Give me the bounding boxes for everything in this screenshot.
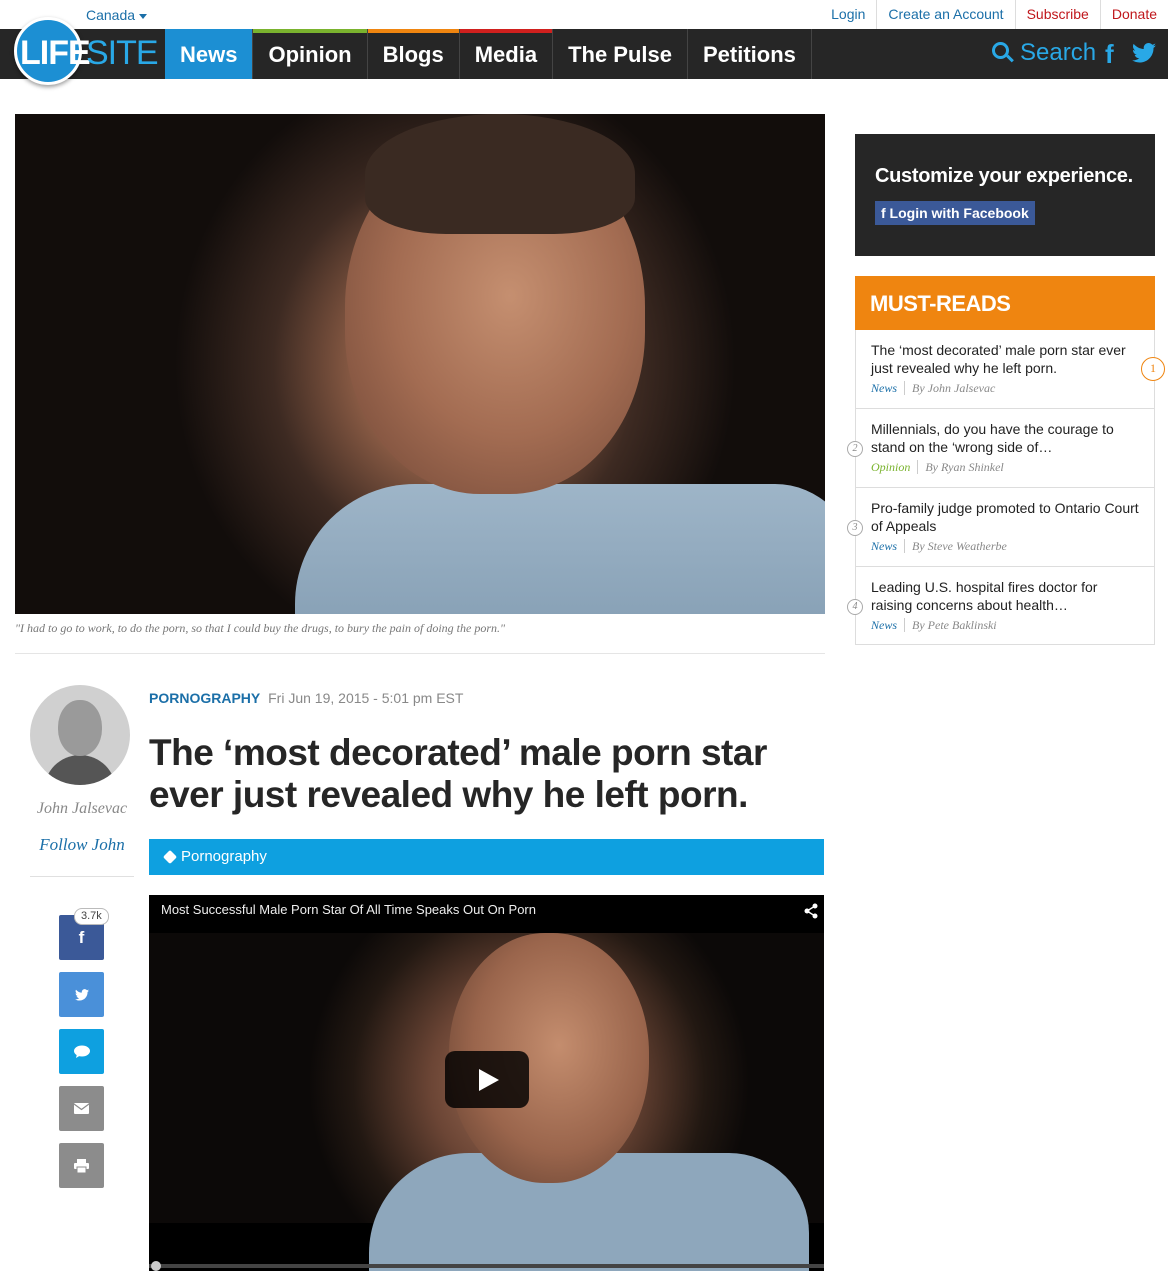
utility-bar: Canada Login Create an Account Subscribe… bbox=[0, 0, 1168, 29]
must-read-meta: News By Pete Baklinski bbox=[871, 618, 997, 633]
list-item[interactable]: Leading U.S. hospital fires doctor for r… bbox=[856, 567, 1154, 646]
list-item[interactable]: Millennials, do you have the courage to … bbox=[856, 409, 1154, 488]
share-count-badge: 3.7k bbox=[74, 908, 109, 925]
progress-handle[interactable] bbox=[151, 1261, 161, 1271]
search-button[interactable]: Search bbox=[992, 39, 1096, 67]
avatar-face bbox=[58, 700, 102, 756]
facebook-login-button[interactable]: f Login with Facebook bbox=[875, 201, 1035, 225]
region-selector[interactable]: Canada bbox=[86, 7, 148, 23]
rank-badge: 4 bbox=[847, 599, 863, 615]
rank-badge: 1 bbox=[1141, 357, 1165, 381]
tab-label: Blogs bbox=[382, 42, 444, 67]
twitter-icon[interactable] bbox=[1132, 42, 1156, 64]
login-link[interactable]: Login bbox=[820, 0, 876, 29]
video-progress-bar[interactable] bbox=[149, 1261, 824, 1271]
must-read-byline: By Ryan Shinkel bbox=[925, 460, 1004, 474]
main-nav: LIFE SITE News Opinion Blogs Media The P… bbox=[0, 17, 1168, 85]
play-button[interactable] bbox=[445, 1051, 529, 1108]
facebook-icon: f bbox=[78, 927, 85, 947]
must-read-byline: By Pete Baklinski bbox=[912, 618, 997, 632]
must-read-title[interactable]: Millennials, do you have the courage to … bbox=[871, 420, 1141, 456]
must-read-meta: News By Steve Weatherbe bbox=[871, 539, 1007, 554]
account-links: Login Create an Account Subscribe Donate bbox=[820, 0, 1168, 29]
must-read-byline: By John Jalsevac bbox=[912, 381, 996, 395]
customize-heading: Customize your experience. bbox=[875, 165, 1133, 187]
author-avatar[interactable] bbox=[30, 685, 130, 785]
create-account-link[interactable]: Create an Account bbox=[876, 0, 1014, 29]
logo-text-site[interactable]: SITE bbox=[86, 36, 159, 70]
tab-accent-bar bbox=[165, 29, 253, 33]
must-read-title[interactable]: Leading U.S. hospital fires doctor for r… bbox=[871, 578, 1141, 614]
subscribe-link[interactable]: Subscribe bbox=[1014, 0, 1100, 29]
play-icon bbox=[479, 1068, 499, 1091]
video-player[interactable]: Most Successful Male Porn Star Of All Ti… bbox=[149, 895, 824, 1271]
must-read-section[interactable]: News bbox=[871, 381, 906, 395]
must-read-section[interactable]: News bbox=[871, 539, 906, 553]
must-reads-list: The ‘most decorated’ male porn star ever… bbox=[855, 330, 1155, 645]
tag-bar: Pornography bbox=[149, 839, 824, 875]
article-date: Fri Jun 19, 2015 - 5:01 pm EST bbox=[268, 690, 464, 706]
print-button[interactable] bbox=[59, 1143, 104, 1188]
list-item[interactable]: Pro-family judge promoted to Ontario Cou… bbox=[856, 488, 1154, 567]
comment-button[interactable] bbox=[59, 1029, 104, 1074]
list-item[interactable]: The ‘most decorated’ male porn star ever… bbox=[856, 330, 1154, 409]
email-share-button[interactable] bbox=[59, 1086, 104, 1131]
hero-hair bbox=[365, 114, 635, 234]
tab-accent-bar bbox=[459, 29, 553, 33]
must-read-section[interactable]: News bbox=[871, 618, 906, 632]
tab-accent-bar bbox=[253, 29, 367, 33]
rank-badge: 2 bbox=[847, 441, 863, 457]
avatar-body bbox=[44, 755, 116, 785]
tab-petitions[interactable]: Petitions bbox=[688, 29, 812, 79]
tab-opinion[interactable]: Opinion bbox=[253, 29, 368, 79]
twitter-icon bbox=[74, 988, 89, 1001]
hero-caption: "I had to go to work, to do the porn, so… bbox=[15, 621, 506, 635]
follow-author-link[interactable]: Follow John bbox=[30, 835, 134, 855]
search-label: Search bbox=[1020, 39, 1097, 66]
must-reads-heading: MUST-READS bbox=[870, 291, 1011, 316]
caret-down-icon bbox=[139, 13, 148, 19]
tab-label: The Pulse bbox=[568, 42, 672, 67]
article-meta: PORNOGRAPHY Fri Jun 19, 2015 - 5:01 pm E… bbox=[149, 690, 463, 706]
tab-label: Media bbox=[474, 42, 538, 67]
tab-label: News bbox=[180, 42, 238, 67]
must-read-title[interactable]: The ‘most decorated’ male porn star ever… bbox=[871, 341, 1141, 377]
author-name[interactable]: John Jalsevac bbox=[30, 800, 134, 818]
tab-label: Petitions bbox=[702, 42, 796, 67]
tab-blogs[interactable]: Blogs bbox=[367, 29, 460, 79]
must-read-meta: News By John Jalsevac bbox=[871, 381, 995, 396]
facebook-icon[interactable]: f bbox=[1105, 39, 1114, 70]
must-read-title[interactable]: Pro-family judge promoted to Ontario Cou… bbox=[871, 499, 1141, 535]
tab-news[interactable]: News bbox=[165, 29, 254, 79]
divider bbox=[15, 653, 825, 654]
tab-accent-bar bbox=[367, 29, 459, 33]
section-tabs: News Opinion Blogs Media The Pulse Petit… bbox=[165, 29, 812, 79]
tab-label: Opinion bbox=[268, 42, 352, 67]
tab-media[interactable]: Media bbox=[459, 29, 554, 79]
print-icon bbox=[74, 1158, 89, 1173]
customize-panel: Customize your experience. f Login with … bbox=[855, 134, 1155, 256]
share-icon[interactable] bbox=[804, 903, 818, 919]
donate-link[interactable]: Donate bbox=[1099, 0, 1168, 29]
article-headline: The ‘most decorated’ male porn star ever… bbox=[149, 732, 767, 815]
tag-link[interactable]: Pornography bbox=[181, 848, 267, 865]
must-read-byline: By Steve Weatherbe bbox=[912, 539, 1007, 553]
rank-badge: 3 bbox=[847, 520, 863, 536]
must-read-meta: Opinion By Ryan Shinkel bbox=[871, 460, 1004, 475]
twitter-share-button[interactable] bbox=[59, 972, 104, 1017]
email-icon bbox=[74, 1103, 89, 1114]
video-title[interactable]: Most Successful Male Porn Star Of All Ti… bbox=[161, 902, 536, 917]
search-icon bbox=[992, 42, 1014, 64]
comment-icon bbox=[73, 1045, 90, 1058]
must-read-section[interactable]: Opinion bbox=[871, 460, 919, 474]
must-reads-header: MUST-READS bbox=[855, 276, 1155, 330]
hero-image bbox=[15, 114, 825, 614]
region-label: Canada bbox=[86, 7, 136, 23]
logo-text-life[interactable]: LIFE bbox=[20, 36, 91, 70]
tab-the-pulse[interactable]: The Pulse bbox=[553, 29, 688, 79]
hero-shirt bbox=[295, 484, 825, 614]
article-category-link[interactable]: PORNOGRAPHY bbox=[149, 690, 260, 706]
tag-icon bbox=[162, 849, 178, 865]
divider bbox=[30, 876, 134, 877]
